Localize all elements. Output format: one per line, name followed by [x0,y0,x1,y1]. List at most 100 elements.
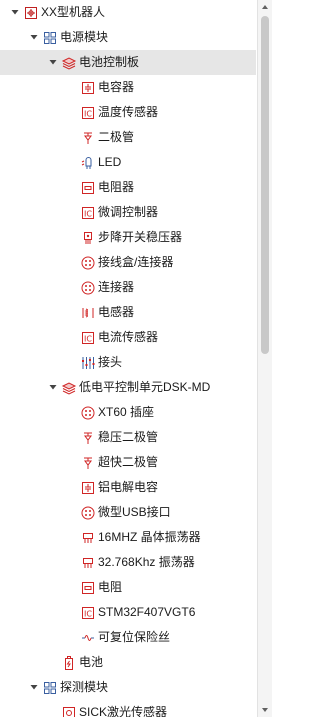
module-grid-icon [42,680,58,696]
fuse-icon [80,630,96,646]
diode-icon [80,130,96,146]
expand-arrow-icon[interactable] [29,32,39,42]
tree-item[interactable]: 16MHZ 晶体振荡器 [0,525,256,550]
connector-icon [80,405,96,421]
tree-item-label: 二极管 [98,130,135,144]
tree-item[interactable]: 低电平控制单元DSK-MD [0,375,256,400]
tree-item-label: 电池控制板 [79,55,140,69]
diode-icon [80,455,96,471]
tree-item-label: 温度传感器 [98,105,159,119]
tree-item[interactable]: 二极管 [0,125,256,150]
tree-item-label: 微型USB接口 [98,505,171,519]
resistor-icon [80,180,96,196]
tree-item[interactable]: IC STM32F407VGT6 [0,600,256,625]
scroll-down-arrow-icon[interactable] [258,703,272,717]
tree-item[interactable]: 电阻 [0,575,256,600]
scroll-thumb[interactable] [261,16,269,354]
tree-item[interactable]: LED [0,150,256,175]
header-icon [80,355,96,371]
tree-item[interactable]: 微型USB接口 [0,500,256,525]
tree-item-label: 探测模块 [60,680,109,694]
tree-item-label: 电源模块 [60,30,109,44]
expand-arrow-icon[interactable] [29,682,39,692]
expand-arrow-icon[interactable] [48,382,58,392]
tree-item[interactable]: 32.768Khz 振荡器 [0,550,256,575]
tree-item[interactable]: 接线盒/连接器 [0,250,256,275]
tree-item-label: 铝电解电容 [98,480,159,494]
tree-item-label: 16MHZ 晶体振荡器 [98,530,201,544]
connector-icon [80,255,96,271]
expand-arrow-icon[interactable] [48,57,58,67]
tree-item-label: 电阻 [98,580,123,594]
tree-item[interactable]: 电池控制板 [0,50,256,75]
expand-arrow-icon[interactable] [10,7,20,17]
ic-chip-icon: IC [80,330,96,346]
tree-item[interactable]: 接头 [0,350,256,375]
resistor-icon [80,580,96,596]
vertical-scrollbar[interactable] [257,0,272,717]
tree-item[interactable]: SICK激光传感器 [0,700,256,717]
tree-item-label: SICK激光传感器 [79,705,168,717]
svg-text:IC: IC [84,210,92,219]
tree-item-label: 32.768Khz 振荡器 [98,555,195,569]
tree-item[interactable]: 电容器 [0,75,256,100]
diode-icon [80,430,96,446]
scroll-up-arrow-icon[interactable] [258,0,272,14]
sensor-icon [61,705,77,717]
tree-item-label: 超快二极管 [98,455,159,469]
tree-item[interactable]: 电感器 [0,300,256,325]
capacitor-icon [80,480,96,496]
tree-item-label: 连接器 [98,280,135,294]
tree-item-label: 电容器 [98,80,135,94]
capacitor-icon [80,80,96,96]
regulator-icon [80,230,96,246]
board-stack-icon [61,55,77,71]
tree-item-label: 步降开关稳压器 [98,230,183,244]
tree-item[interactable]: IC 电流传感器 [0,325,256,350]
tree-item-label: XX型机器人 [41,5,106,19]
tree-item-label: 电阻器 [98,180,135,194]
robot-root-icon [23,5,39,21]
component-tree[interactable]: XX型机器人电源模块电池控制板电容器 IC 温度传感器二极管 LED 电阻器 IC 微调控制… [0,0,256,717]
tree-item[interactable]: IC 温度传感器 [0,100,256,125]
tree-item-label: 电池 [79,655,104,669]
tree-item[interactable]: 电池 [0,650,256,675]
led-icon [80,155,96,171]
ic-chip-icon: IC [80,205,96,221]
tree-item-label: 低电平控制单元DSK-MD [79,380,211,394]
crystal-icon [80,555,96,571]
svg-text:IC: IC [84,335,92,344]
tree-item[interactable]: 铝电解电容 [0,475,256,500]
tree-item[interactable]: 步降开关稳压器 [0,225,256,250]
ic-chip-icon: IC [80,605,96,621]
tree-item[interactable]: 可复位保险丝 [0,625,256,650]
svg-text:IC: IC [84,610,92,619]
ic-chip-icon: IC [80,105,96,121]
tree-item-label: STM32F407VGT6 [98,605,196,619]
board-stack-icon [61,380,77,396]
tree-item[interactable]: 探测模块 [0,675,256,700]
tree-item[interactable]: 连接器 [0,275,256,300]
tree-item[interactable]: IC 微调控制器 [0,200,256,225]
tree-item-label: LED [98,155,122,169]
tree-item[interactable]: 电源模块 [0,25,256,50]
battery-icon [61,655,77,671]
tree-item-label: 稳压二极管 [98,430,159,444]
tree-item-label: 微调控制器 [98,205,159,219]
crystal-icon [80,530,96,546]
tree-item[interactable]: 超快二极管 [0,450,256,475]
tree-item[interactable]: XT60 插座 [0,400,256,425]
tree-item-label: 电感器 [98,305,135,319]
tree-item-label: XT60 插座 [98,405,155,419]
tree-item-label: 接线盒/连接器 [98,255,174,269]
svg-text:IC: IC [84,110,92,119]
tree-item[interactable]: 电阻器 [0,175,256,200]
inductor-icon [80,305,96,321]
tree-item[interactable]: 稳压二极管 [0,425,256,450]
connector-icon [80,505,96,521]
tree-item[interactable]: XX型机器人 [0,0,256,25]
module-grid-icon [42,30,58,46]
tree-item-label: 接头 [98,355,123,369]
tree-item-label: 可复位保险丝 [98,630,171,644]
tree-item-label: 电流传感器 [98,330,159,344]
